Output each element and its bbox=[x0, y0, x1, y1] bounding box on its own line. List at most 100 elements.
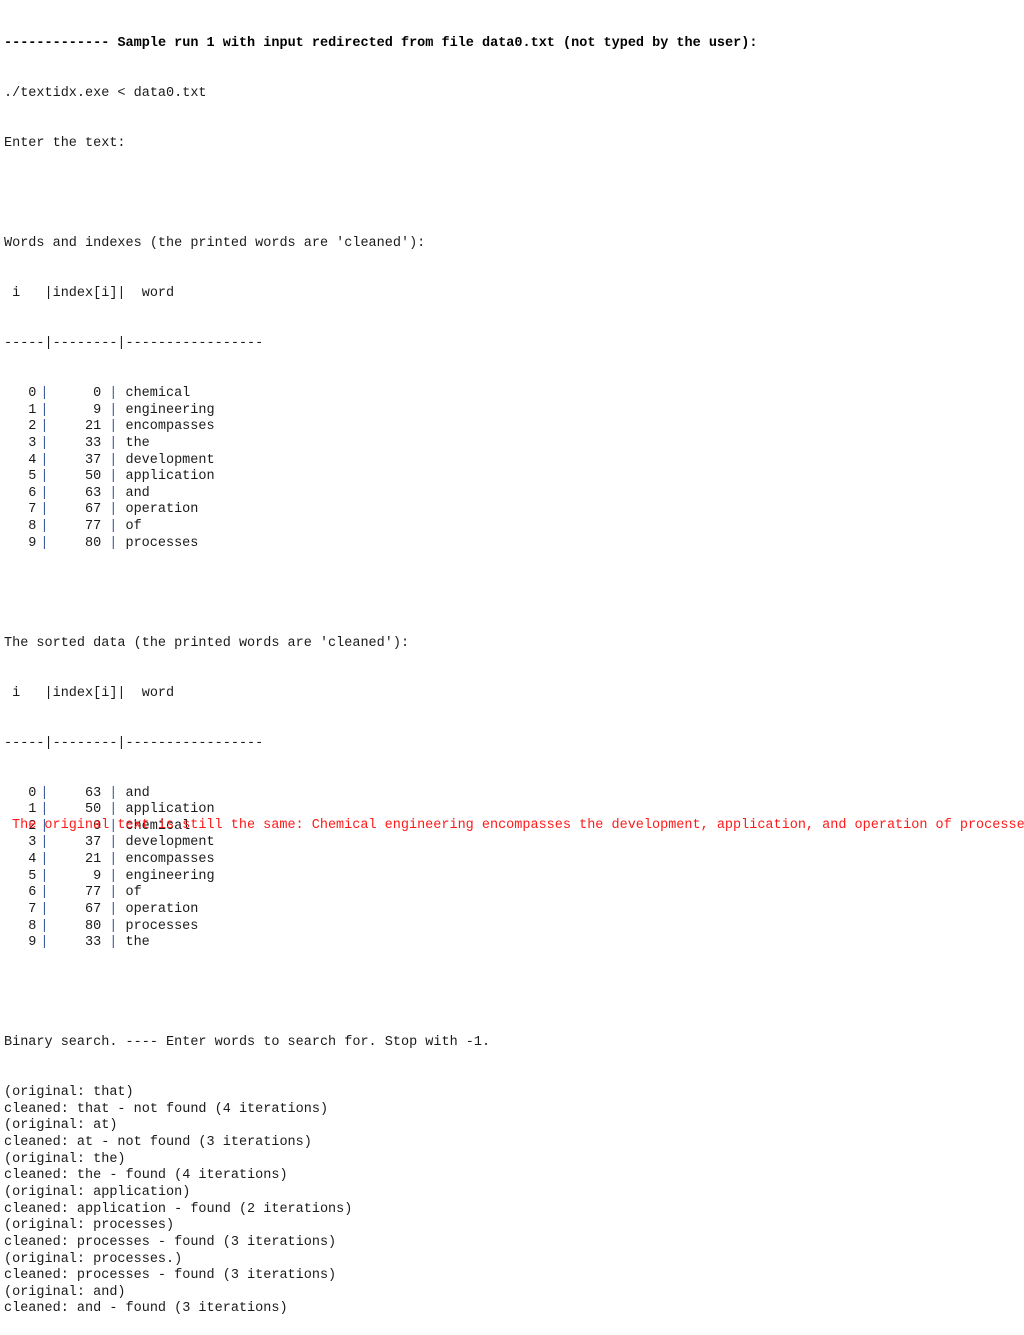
row-word: development bbox=[125, 835, 215, 851]
search-original-line: (original: the) bbox=[4, 1151, 126, 1167]
table-row: 1 | 9 | engineering bbox=[4, 403, 757, 420]
column-divider: | bbox=[109, 918, 118, 934]
table-row: 4 | 37 | development bbox=[4, 453, 757, 470]
column-divider: | bbox=[109, 852, 118, 868]
search-original-line: (original: that) bbox=[4, 1085, 134, 1101]
row-i: 5 bbox=[28, 469, 37, 485]
words-table-body: 0 | 0 | chemical 1 | 9 | engineering 2 | 21 | encompas… bbox=[4, 386, 757, 552]
binary-search-log: (original: that) cleaned: that - not foun… bbox=[4, 1085, 757, 1318]
search-original-line: (original: at) bbox=[4, 1118, 118, 1134]
column-divider: | bbox=[40, 902, 49, 917]
row-i: 1 bbox=[28, 802, 37, 818]
row-i: 4 bbox=[28, 452, 37, 468]
search-result-line: cleaned: and - found (3 iterations) bbox=[4, 1301, 288, 1317]
column-divider: | bbox=[109, 469, 118, 485]
column-divider: | bbox=[109, 452, 118, 468]
row-word: of bbox=[125, 519, 142, 535]
row-index: 33 bbox=[84, 935, 102, 951]
table-row: 9 | 33 | the bbox=[4, 935, 757, 952]
row-i: 5 bbox=[28, 868, 37, 884]
column-divider: | bbox=[40, 452, 49, 468]
table-row: 6 | 63 | and bbox=[4, 486, 757, 503]
column-divider: | bbox=[109, 519, 118, 535]
words-table-heading: Words and indexes (the printed words are… bbox=[4, 236, 426, 252]
column-divider: | bbox=[40, 868, 49, 884]
search-original-line: (original: application) bbox=[4, 1184, 191, 1200]
row-i: 2 bbox=[28, 419, 37, 435]
row-index: 37 bbox=[84, 452, 102, 468]
column-divider: | bbox=[40, 502, 49, 518]
table-row: 3 | 37 | development bbox=[4, 835, 757, 852]
row-i: 3 bbox=[28, 435, 37, 451]
table-row: 6 | 77 | of bbox=[4, 885, 757, 902]
sorted-table-body: 0 | 63 | and 1 | 50 | application 2 | 0 | chemical 3 | 37… bbox=[4, 786, 757, 952]
row-i: 0 bbox=[28, 785, 37, 801]
column-divider: | bbox=[40, 535, 49, 551]
column-divider: | bbox=[109, 502, 118, 518]
column-divider: | bbox=[40, 419, 49, 435]
row-word: the bbox=[125, 435, 150, 451]
column-divider: | bbox=[40, 485, 49, 501]
column-divider: | bbox=[109, 868, 118, 884]
column-divider: | bbox=[109, 385, 118, 401]
row-word: operation bbox=[125, 502, 199, 518]
column-divider: | bbox=[109, 902, 118, 917]
sorted-table-separator: -----|--------|----------------- bbox=[4, 735, 264, 751]
search-result-line: cleaned: application - found (2 iteratio… bbox=[4, 1201, 353, 1217]
sorted-table-heading: The sorted data (the printed words are '… bbox=[4, 635, 410, 651]
table-row: 7 | 67 | operation bbox=[4, 502, 757, 519]
column-divider: | bbox=[109, 885, 118, 901]
column-divider: | bbox=[109, 535, 118, 551]
row-index: 21 bbox=[84, 852, 102, 868]
column-divider: | bbox=[109, 802, 118, 818]
row-index: 80 bbox=[84, 535, 102, 551]
console-output: ------------- Sample run 1 with input re… bbox=[4, 3, 757, 1335]
row-index: 9 bbox=[93, 868, 102, 884]
row-index: 77 bbox=[84, 519, 102, 535]
row-index: 63 bbox=[84, 785, 102, 801]
words-table-header-row: i |index[i]| word bbox=[4, 286, 175, 302]
header-title: Sample run 1 with input redirected from … bbox=[117, 36, 758, 52]
row-word: engineering bbox=[125, 868, 215, 884]
table-row: 0 | 0 | chemical bbox=[4, 386, 757, 403]
column-divider: | bbox=[40, 519, 49, 535]
column-divider: | bbox=[109, 435, 118, 451]
row-index: 33 bbox=[84, 435, 102, 451]
column-divider: | bbox=[40, 402, 49, 418]
row-word: processes bbox=[125, 918, 199, 934]
search-original-line: (original: processes) bbox=[4, 1218, 175, 1234]
column-divider: | bbox=[40, 852, 49, 868]
enter-text-prompt: Enter the text: bbox=[4, 136, 126, 152]
column-divider: | bbox=[40, 918, 49, 934]
row-i: 6 bbox=[28, 885, 37, 901]
column-divider: | bbox=[109, 402, 118, 418]
column-divider: | bbox=[109, 419, 118, 435]
row-i: 9 bbox=[28, 935, 37, 951]
row-index: 0 bbox=[93, 385, 102, 401]
column-divider: | bbox=[40, 385, 49, 401]
column-divider: | bbox=[109, 935, 118, 951]
table-row: 0 | 63 | and bbox=[4, 786, 757, 803]
row-word: chemical bbox=[125, 385, 191, 401]
row-i: 8 bbox=[28, 519, 37, 535]
search-original-line: (original: and) bbox=[4, 1284, 126, 1300]
row-index: 67 bbox=[84, 902, 102, 917]
row-word: processes bbox=[125, 535, 199, 551]
sample-run-header: ------------- Sample run 1 with input re… bbox=[4, 36, 757, 53]
column-divider: | bbox=[109, 835, 118, 851]
row-word: application bbox=[125, 802, 215, 818]
row-index: 80 bbox=[84, 918, 102, 934]
row-index: 9 bbox=[93, 402, 102, 418]
row-word: operation bbox=[125, 902, 199, 917]
search-result-line: cleaned: processes - found (3 iterations… bbox=[4, 1234, 337, 1250]
header-dashes: ------------- bbox=[4, 36, 110, 52]
table-row: 8 | 77 | of bbox=[4, 519, 757, 536]
binary-search-heading: Binary search. ---- Enter words to searc… bbox=[4, 1035, 491, 1051]
column-divider: | bbox=[109, 785, 118, 801]
table-row: 8 | 80 | processes bbox=[4, 919, 757, 936]
column-divider: | bbox=[40, 885, 49, 901]
row-i: 3 bbox=[28, 835, 37, 851]
original-text-note: The original text is still the same: Che… bbox=[12, 818, 1024, 833]
